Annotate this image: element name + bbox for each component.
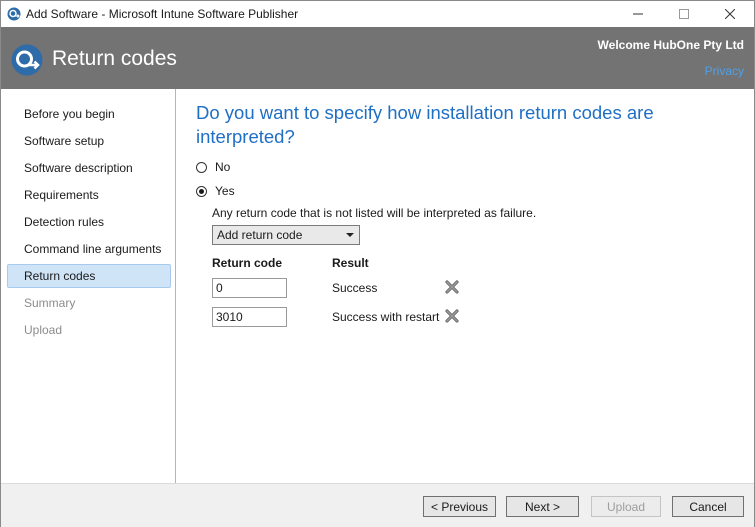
close-button[interactable] <box>707 1 753 27</box>
radio-no-label[interactable]: No <box>215 160 230 174</box>
question-heading: Do you want to specify how installation … <box>196 102 654 147</box>
maximize-button[interactable] <box>661 1 707 27</box>
result-header: Result <box>332 256 369 270</box>
close-icon <box>725 9 735 19</box>
window-title: Add Software - Microsoft Intune Software… <box>26 7 299 21</box>
wizard-footer: < Previous Next > Upload Cancel <box>1 483 754 527</box>
upload-button: Upload <box>591 496 661 517</box>
radio-yes-label[interactable]: Yes <box>215 184 235 198</box>
page-title: Return codes <box>52 47 177 70</box>
step-software-description[interactable]: Software description <box>7 156 171 180</box>
welcome-text: Welcome HubOne Pty Ltd <box>597 38 744 52</box>
minimize-button[interactable] <box>615 1 661 27</box>
step-before-you-begin[interactable]: Before you begin <box>7 102 171 126</box>
step-software-setup[interactable]: Software setup <box>7 129 171 153</box>
result-text: Success <box>332 281 378 295</box>
intune-app-icon <box>7 7 21 21</box>
step-requirements[interactable]: Requirements <box>7 183 171 207</box>
step-return-codes[interactable]: Return codes <box>7 264 171 288</box>
result-text: Success with restart <box>332 310 440 324</box>
step-detection-rules[interactable]: Detection rules <box>7 210 171 234</box>
header-banner: Return codes Welcome HubOne Pty Ltd Priv… <box>1 27 754 89</box>
delete-icon[interactable] <box>444 308 460 324</box>
maximize-icon <box>679 9 689 19</box>
previous-button[interactable]: < Previous <box>423 496 496 517</box>
add-return-code-label: Add return code <box>217 228 303 242</box>
main-panel: Do you want to specify how installation … <box>176 89 754 483</box>
radio-no[interactable]: No <box>196 159 230 175</box>
wizard-step-list: Before you begin Software setup Software… <box>1 89 176 483</box>
add-return-code-dropdown[interactable]: Add return code <box>212 225 360 245</box>
title-bar[interactable]: Add Software - Microsoft Intune Software… <box>1 1 754 27</box>
intune-logo-icon <box>11 44 43 76</box>
return-code-input[interactable] <box>212 307 287 327</box>
return-code-input[interactable] <box>212 278 287 298</box>
failure-info-text: Any return code that is not listed will … <box>212 206 537 220</box>
next-button[interactable]: Next > <box>506 496 579 517</box>
step-summary: Summary <box>24 296 76 310</box>
radio-no-button[interactable] <box>196 161 207 173</box>
radio-yes[interactable]: Yes <box>196 183 235 199</box>
return-code-header: Return code <box>212 256 283 270</box>
delete-icon[interactable] <box>444 279 460 295</box>
dropdown-arrow-icon <box>346 233 354 237</box>
minimize-icon <box>633 13 643 15</box>
radio-yes-button[interactable] <box>196 185 207 197</box>
privacy-link[interactable]: Privacy <box>705 64 744 78</box>
app-window: Add Software - Microsoft Intune Software… <box>0 0 755 527</box>
step-command-line-arguments[interactable]: Command line arguments <box>7 237 171 261</box>
cancel-button[interactable]: Cancel <box>672 496 744 517</box>
step-upload: Upload <box>24 323 63 337</box>
